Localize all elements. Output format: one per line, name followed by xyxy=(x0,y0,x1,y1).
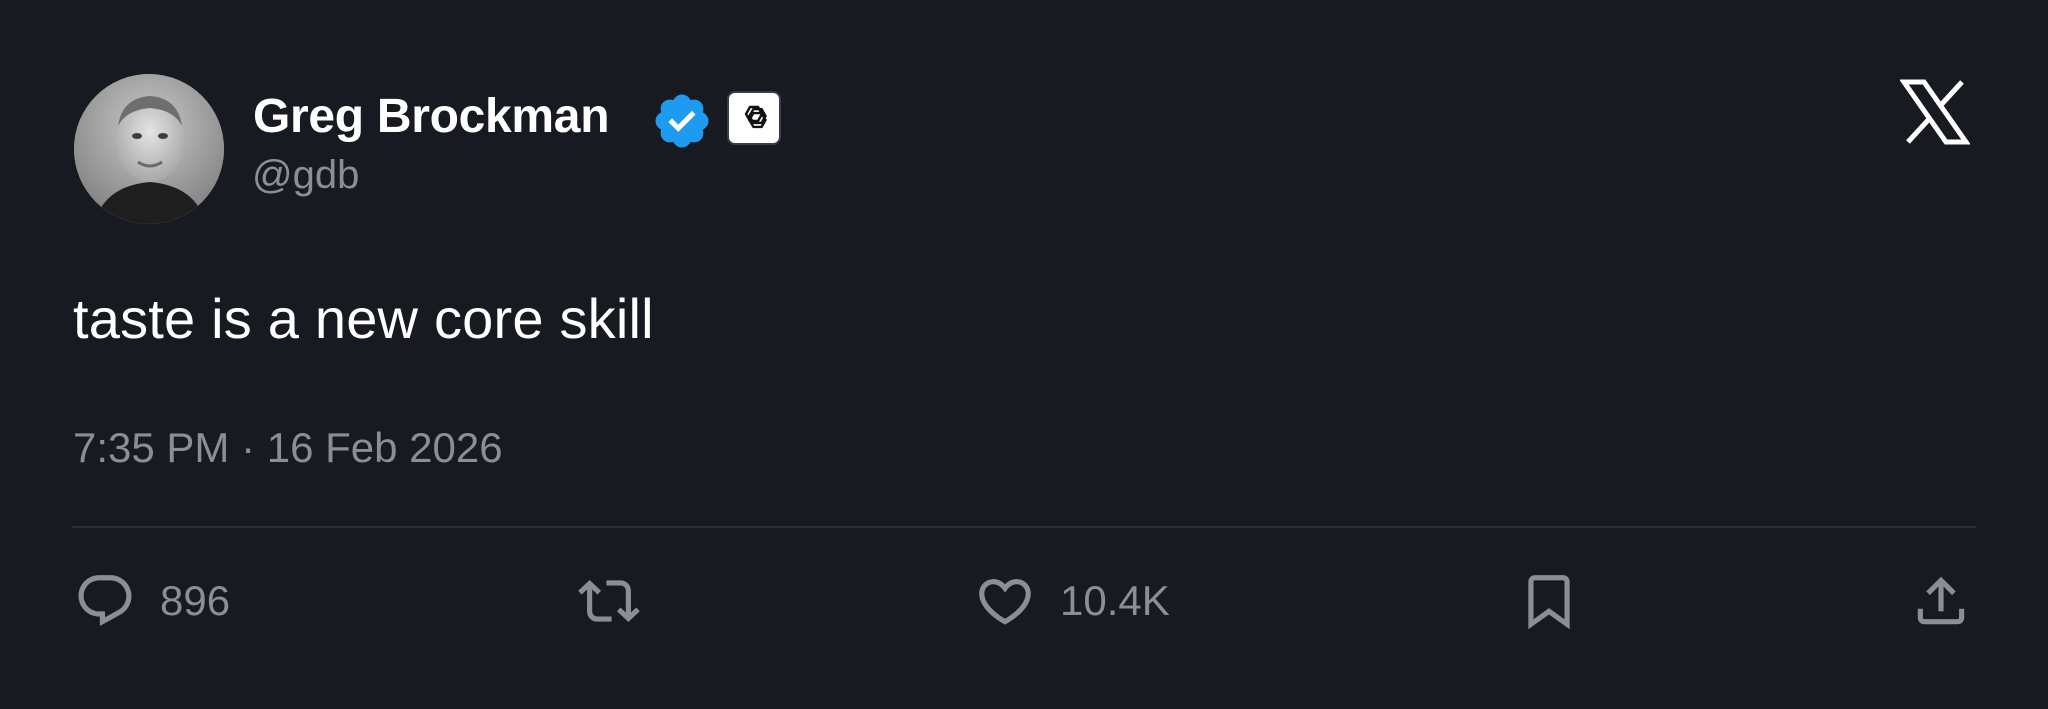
verified-badge-icon xyxy=(651,90,713,152)
tweet-timestamp[interactable]: 7:35 PM · 16 Feb 2026 xyxy=(73,424,503,472)
like-button[interactable]: 10.4K xyxy=(974,568,1170,634)
tweet-text: taste is a new core skill xyxy=(73,287,654,350)
share-button[interactable] xyxy=(1910,568,1972,634)
share-icon xyxy=(1917,576,1965,625)
author-name[interactable]: Greg Brockman xyxy=(253,89,610,144)
reply-icon xyxy=(78,575,132,627)
avatar[interactable] xyxy=(74,74,224,224)
divider xyxy=(72,526,1976,528)
bookmark-button[interactable] xyxy=(1518,568,1580,634)
like-count: 10.4K xyxy=(1060,577,1170,624)
reply-count: 896 xyxy=(160,577,231,624)
like-icon xyxy=(979,579,1031,625)
tweet-card: Greg Brockman @gdb taste is a new core s… xyxy=(0,0,2048,709)
author-handle[interactable]: @gdb xyxy=(252,153,359,198)
x-logo-icon[interactable] xyxy=(1899,78,1971,146)
bookmark-icon xyxy=(1528,575,1570,630)
openai-logo-icon[interactable] xyxy=(727,91,781,145)
reply-button[interactable]: 896 xyxy=(74,568,230,634)
retweet-icon xyxy=(578,580,640,622)
retweet-button[interactable] xyxy=(574,568,668,634)
